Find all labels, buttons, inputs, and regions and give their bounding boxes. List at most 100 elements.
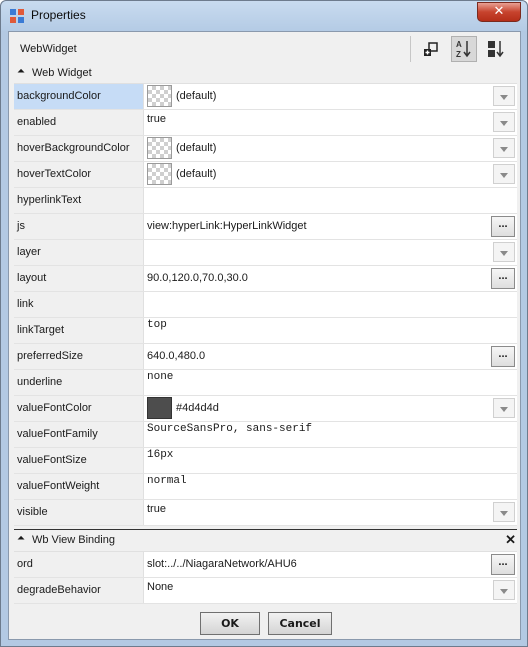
property-name: valueFontSize (14, 448, 144, 473)
chevron-down-icon[interactable] (493, 86, 515, 106)
property-value-cell[interactable]: None (145, 578, 517, 603)
property-row-backgroundColor[interactable]: backgroundColor (default) (14, 84, 517, 110)
chevron-down-icon[interactable] (493, 242, 515, 262)
collapse-up-icon[interactable]: ⏶ (17, 533, 25, 544)
color-swatch[interactable] (147, 163, 172, 185)
property-row-ord[interactable]: ord slot:../../NiagaraNetwork/AHU6... (14, 552, 517, 578)
ellipsis-button[interactable]: ... (491, 216, 515, 237)
property-name: valueFontWeight (14, 474, 144, 499)
property-row-preferredSize[interactable]: preferredSize 640.0,480.0... (14, 344, 517, 370)
ok-button[interactable]: OK (200, 612, 260, 635)
sort-alphabetical-button[interactable]: A Z (451, 36, 477, 62)
color-swatch[interactable] (147, 397, 172, 419)
property-value-cell[interactable]: normal (145, 474, 517, 499)
property-value-cell[interactable]: view:hyperLink:HyperLinkWidget... (145, 214, 517, 239)
property-row-degradeBehavior[interactable]: degradeBehavior None (14, 578, 517, 604)
title-bar[interactable]: Properties ✕ (1, 1, 527, 31)
property-name: link (14, 292, 144, 317)
svg-text:Z: Z (456, 50, 461, 59)
property-row-enabled[interactable]: enabled true (14, 110, 517, 136)
chevron-down-icon[interactable] (493, 112, 515, 132)
property-value-cell[interactable]: (default) (145, 162, 517, 187)
property-value: None (147, 581, 174, 593)
property-row-layout[interactable]: layout 90.0,120.0,70.0,30.0... (14, 266, 517, 292)
property-value-cell[interactable]: 640.0,480.0... (145, 344, 517, 369)
property-value: view:hyperLink:HyperLinkWidget (147, 220, 307, 232)
property-row-layer[interactable]: layer (14, 240, 517, 266)
property-value: top (147, 319, 167, 331)
property-value: 90.0,120.0,70.0,30.0 (147, 272, 248, 284)
property-name: degradeBehavior (14, 578, 144, 603)
property-value-cell[interactable]: 16px (145, 448, 517, 473)
add-slot-button[interactable] (417, 36, 443, 62)
chevron-down-icon[interactable] (493, 502, 515, 522)
sort-order-button[interactable] (483, 36, 509, 62)
property-row-js[interactable]: js view:hyperLink:HyperLinkWidget... (14, 214, 517, 240)
section-header-wb-view-binding[interactable]: ⏶ Wb View Binding ✕ (14, 532, 517, 549)
sort-order-icon (488, 41, 504, 58)
property-name: valueFontFamily (14, 422, 144, 447)
web-widget-property-grid: backgroundColor (default) enabled true hover… (14, 83, 517, 526)
property-value-cell[interactable]: #4d4d4d (145, 396, 517, 421)
property-row-valueFontColor[interactable]: valueFontColor #4d4d4d (14, 396, 517, 422)
remove-section-icon[interactable]: ✕ (505, 532, 516, 548)
property-value-cell[interactable]: none (145, 370, 517, 395)
add-slot-icon (424, 42, 438, 56)
property-value-cell[interactable]: (default) (145, 84, 517, 109)
property-row-linkTarget[interactable]: linkTarget top (14, 318, 517, 344)
property-value: (default) (176, 142, 217, 154)
wb-view-binding-property-grid: ord slot:../../NiagaraNetwork/AHU6... degr… (14, 551, 517, 604)
property-value: (default) (176, 90, 217, 102)
section-divider (14, 529, 517, 530)
property-value-cell[interactable]: top (145, 318, 517, 343)
property-name: enabled (14, 110, 144, 135)
property-row-underline[interactable]: underline none (14, 370, 517, 396)
property-value-cell[interactable] (145, 292, 517, 317)
property-row-hyperlinkText[interactable]: hyperlinkText (14, 188, 517, 214)
property-row-valueFontFamily[interactable]: valueFontFamily SourceSansPro, sans-serif (14, 422, 517, 448)
sort-az-icon: A Z (456, 40, 471, 59)
property-value: none (147, 371, 174, 383)
cancel-button[interactable]: Cancel (268, 612, 332, 635)
property-row-hoverTextColor[interactable]: hoverTextColor (default) (14, 162, 517, 188)
property-value: true (147, 503, 166, 515)
property-name: layout (14, 266, 144, 291)
property-row-valueFontSize[interactable]: valueFontSize 16px (14, 448, 517, 474)
chevron-down-icon[interactable] (493, 398, 515, 418)
property-row-visible[interactable]: visible true (14, 500, 517, 526)
property-value-cell[interactable]: SourceSansPro, sans-serif (145, 422, 517, 447)
toolbar-title: WebWidget (20, 43, 77, 55)
svg-text:A: A (456, 40, 462, 49)
collapse-up-icon[interactable]: ⏶ (17, 66, 25, 77)
property-value: true (147, 113, 166, 125)
property-value-cell[interactable]: true (145, 500, 517, 525)
property-value-cell[interactable]: (default) (145, 136, 517, 161)
property-name: layer (14, 240, 144, 265)
property-name: valueFontColor (14, 396, 144, 421)
chevron-down-icon[interactable] (493, 138, 515, 158)
ellipsis-button[interactable]: ... (491, 346, 515, 367)
close-window-button[interactable]: ✕ (477, 2, 521, 22)
ellipsis-button[interactable]: ... (491, 554, 515, 575)
property-row-hoverBackgroundColor[interactable]: hoverBackgroundColor (default) (14, 136, 517, 162)
section-header-web-widget[interactable]: ⏶ Web Widget (14, 65, 517, 82)
property-name: hyperlinkText (14, 188, 144, 213)
property-value-cell[interactable]: 90.0,120.0,70.0,30.0... (145, 266, 517, 291)
property-value: (default) (176, 168, 217, 180)
ellipsis-button[interactable]: ... (491, 268, 515, 289)
chevron-down-icon[interactable] (493, 580, 515, 600)
property-value-cell[interactable] (145, 188, 517, 213)
property-value-cell[interactable]: true (145, 110, 517, 135)
property-row-valueFontWeight[interactable]: valueFontWeight normal (14, 474, 517, 500)
property-name: js (14, 214, 144, 239)
chevron-down-icon[interactable] (493, 164, 515, 184)
color-swatch[interactable] (147, 137, 172, 159)
color-swatch[interactable] (147, 85, 172, 107)
property-value: slot:../../NiagaraNetwork/AHU6 (147, 558, 297, 570)
properties-window: Properties ✕ WebWidget A Z ⏶ Web Widget … (0, 0, 528, 647)
property-value-cell[interactable]: slot:../../NiagaraNetwork/AHU6... (145, 552, 517, 577)
property-name: hoverTextColor (14, 162, 144, 187)
property-name: backgroundColor (14, 84, 144, 109)
property-value-cell[interactable] (145, 240, 517, 265)
property-row-link[interactable]: link (14, 292, 517, 318)
